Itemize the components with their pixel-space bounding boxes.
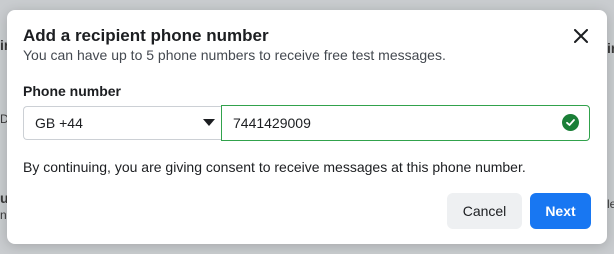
country-code-value: GB +44	[35, 115, 83, 131]
phone-number-label: Phone number	[23, 83, 122, 99]
background-fragment: le	[607, 197, 614, 211]
close-button[interactable]	[571, 26, 591, 46]
country-code-select[interactable]: GB +44	[23, 106, 221, 140]
background-fragment: ir	[607, 40, 614, 56]
consent-text: By continuing, you are giving consent to…	[23, 159, 526, 175]
background-fragment: n	[0, 208, 7, 222]
check-circle-icon	[562, 114, 579, 131]
dialog-subtitle: You can have up to 5 phone numbers to re…	[23, 47, 446, 63]
cancel-button[interactable]: Cancel	[447, 193, 522, 229]
next-button[interactable]: Next	[530, 193, 591, 229]
chevron-down-icon	[203, 119, 215, 126]
phone-number-input[interactable]: 7441429009	[221, 105, 590, 141]
close-icon	[574, 29, 588, 43]
add-recipient-dialog: Add a recipient phone number You can hav…	[7, 10, 607, 244]
phone-number-value: 7441429009	[233, 115, 311, 131]
dialog-title: Add a recipient phone number	[23, 26, 269, 45]
